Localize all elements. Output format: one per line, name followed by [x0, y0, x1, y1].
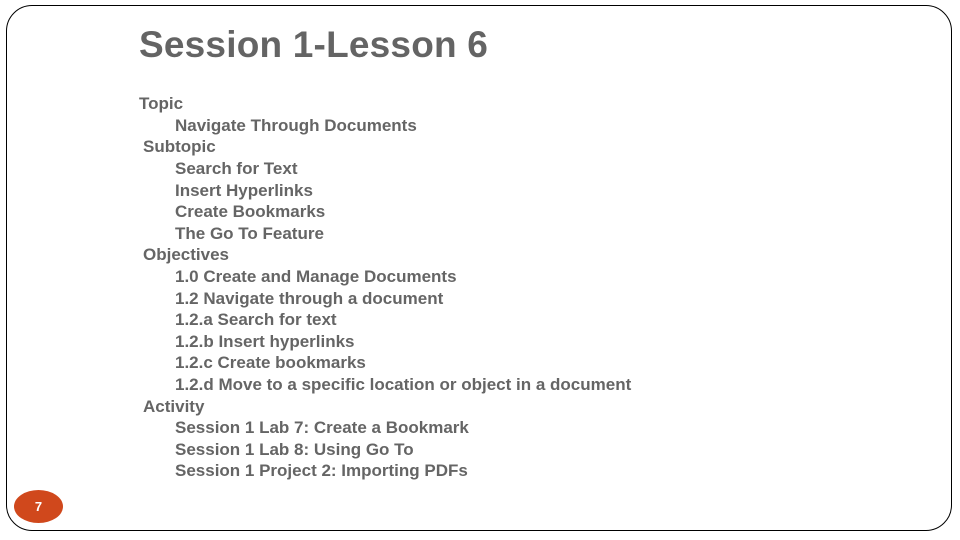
section-heading-subtopic: Subtopic — [143, 137, 216, 156]
objective-item: 1.2.a Search for text — [175, 310, 337, 329]
activity-item: Session 1 Lab 8: Using Go To — [175, 440, 414, 459]
subtopic-item: Create Bookmarks — [175, 202, 326, 221]
objective-item: 1.2.d Move to a specific location or obj… — [175, 375, 632, 394]
section-heading-objectives: Objectives — [143, 245, 229, 264]
slide-title: Session 1-Lesson 6 — [139, 24, 489, 65]
objective-item: 1.0 Create and Manage Documents — [175, 267, 457, 286]
page-number-badge: 7 — [14, 490, 63, 523]
activity-item: Session 1 Lab 7: Create a Bookmark — [175, 418, 469, 437]
section-heading-activity: Activity — [143, 397, 205, 416]
objective-item: 1.2.b Insert hyperlinks — [175, 332, 355, 351]
subtopic-item: Insert Hyperlinks — [175, 181, 313, 200]
slide-frame — [6, 5, 952, 531]
subtopic-item: Search for Text — [175, 159, 298, 178]
objective-item: 1.2 Navigate through a document — [175, 289, 444, 308]
topic-item: Navigate Through Documents — [175, 116, 417, 135]
subtopic-item: The Go To Feature — [175, 224, 324, 243]
activity-item: Session 1 Project 2: Importing PDFs — [175, 461, 468, 480]
page-number: 7 — [34, 499, 43, 514]
objective-item: 1.2.c Create bookmarks — [175, 353, 366, 372]
section-heading-topic: Topic — [139, 94, 184, 113]
